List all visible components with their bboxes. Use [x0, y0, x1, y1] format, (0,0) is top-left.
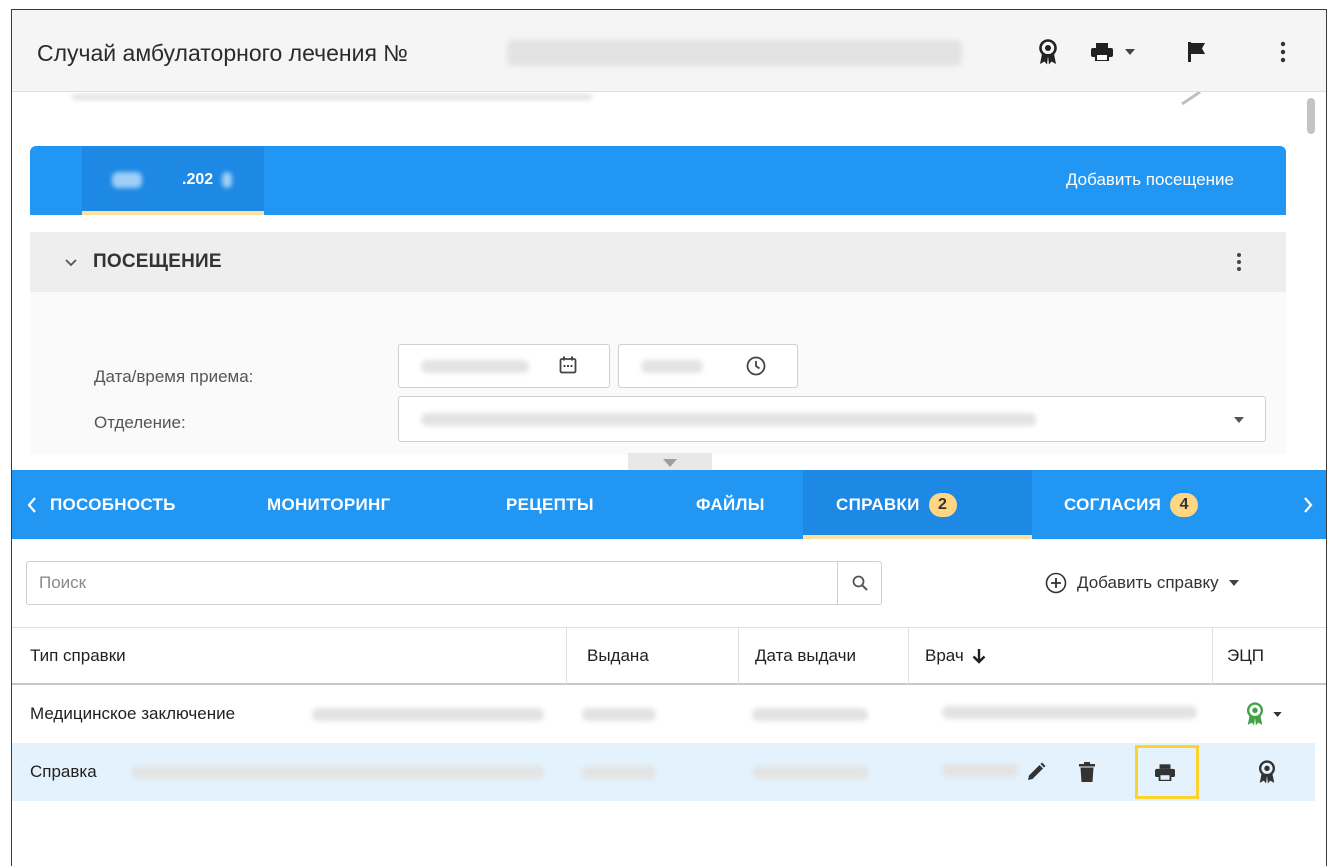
calendar-icon[interactable] [559, 356, 577, 374]
tabs-scroll-left-button[interactable] [12, 470, 52, 539]
chevron-down-icon [1228, 580, 1239, 586]
column-header-signature[interactable]: ЭЦП [1213, 628, 1315, 684]
visit-date-tab[interactable]: .202 [82, 146, 264, 215]
chevron-left-icon [27, 496, 36, 513]
sign-certificate-button[interactable] [1028, 32, 1068, 72]
add-certificate-label: Добавить справку [1077, 573, 1219, 592]
cell-doctor-redacted [942, 764, 1018, 777]
chevron-right-icon [1304, 496, 1313, 513]
chevron-down-icon [1234, 417, 1244, 423]
search-icon [852, 575, 868, 591]
table-row[interactable]: Медицинское заключение [12, 685, 1315, 743]
cell-certificate-type: Медицинское заключение [30, 704, 236, 723]
cell-issued-to-redacted [582, 766, 656, 779]
cell-doctor-redacted [942, 706, 1197, 719]
visit-date-redacted-end [222, 172, 232, 188]
cell-certificate-type-detail-redacted [132, 766, 544, 779]
record-tabs-bar: ПОСОБНОСТЬ МОНИТОРИНГ РЕЦЕПТЫ ФАЙЛЫ СПРА… [12, 470, 1326, 539]
app-window: Случай амбулаторного лечения № .202 Доба… [11, 9, 1327, 866]
visit-section-body: Дата/время приема: Отделение: [30, 292, 1286, 454]
department-value-redacted [421, 413, 1036, 426]
reception-date-value-redacted [421, 360, 529, 373]
visit-more-button[interactable] [1232, 247, 1246, 277]
visit-section-title: ПОСЕЩЕНИЕ [93, 251, 222, 272]
column-header-doctor-label: Врач [925, 646, 964, 665]
cell-issued-to-redacted [582, 708, 656, 721]
cell-issue-date-redacted [752, 708, 868, 721]
sign-button[interactable] [1253, 757, 1281, 787]
add-circle-icon [1045, 572, 1067, 594]
sort-desc-arrow-icon [972, 649, 986, 664]
printer-icon [1091, 43, 1113, 61]
tab-monitoring[interactable]: МОНИТОРИНГ [267, 470, 391, 539]
tab-certificates[interactable]: СПРАВКИ 2 [803, 470, 1032, 539]
chevron-down-icon[interactable] [65, 259, 77, 267]
certificate-icon [1039, 39, 1057, 65]
print-menu-button[interactable] [1085, 32, 1141, 72]
tab-files[interactable]: ФАЙЛЫ [696, 470, 765, 539]
more-vert-icon [1280, 41, 1286, 63]
window-title: Случай амбулаторного лечения № [37, 40, 408, 66]
reception-time-value-redacted [641, 360, 703, 373]
print-button-highlight [1135, 745, 1199, 799]
flag-button[interactable] [1180, 32, 1214, 72]
signed-certificate-icon [1246, 702, 1263, 726]
window-header: Случай амбулаторного лечения № [12, 10, 1326, 92]
reception-datetime-label: Дата/время приема: [94, 367, 254, 386]
tab-consents[interactable]: СОГЛАСИЯ 4 [1064, 470, 1199, 539]
reception-time-field[interactable] [618, 344, 798, 388]
tab-count-badge: 4 [1170, 492, 1199, 517]
tab-label: СПРАВКИ [836, 494, 920, 514]
column-header-issued-to[interactable]: Выдана [567, 628, 739, 684]
add-visit-button[interactable]: Добавить посещение [1066, 170, 1234, 190]
delete-icon [1079, 762, 1095, 782]
tab-recipes[interactable]: РЕЦЕПТЫ [506, 470, 594, 539]
department-label: Отделение: [94, 413, 186, 432]
certificate-icon [1259, 760, 1275, 784]
table-row-selected[interactable]: Справка [12, 743, 1315, 801]
collapse-arrow-icon [663, 459, 677, 467]
search-input[interactable] [27, 562, 827, 604]
department-select[interactable] [398, 396, 1266, 442]
tab-count-badge: 2 [928, 492, 957, 517]
certificates-table-header: Тип справки Выдана Дата выдачи Врач ЭЦП [12, 627, 1326, 685]
visit-date-label: .202 [182, 171, 214, 188]
cell-issue-date-redacted [752, 766, 868, 779]
tab-label: СОГЛАСИЯ [1064, 494, 1162, 514]
tab-label: МОНИТОРИНГ [267, 494, 391, 514]
visit-date-tab-indicator [82, 211, 264, 215]
edit-icon [1028, 762, 1046, 780]
visit-section-header[interactable]: ПОСЕЩЕНИЕ [30, 232, 1286, 292]
cell-certificate-type: Справка [30, 762, 97, 781]
visit-date-redacted [112, 172, 142, 188]
signature-status-menu[interactable] [1239, 699, 1287, 729]
column-header-issue-date[interactable]: Дата выдачи [739, 628, 909, 684]
search-button[interactable] [837, 562, 881, 604]
edit-button[interactable] [1022, 758, 1050, 786]
scrolled-content-remnant [72, 94, 592, 100]
reception-date-field[interactable] [398, 344, 610, 388]
column-header-doctor[interactable]: Врач [909, 628, 1213, 684]
window-title-redacted [507, 40, 962, 66]
flag-icon [1188, 42, 1205, 62]
tab-label: РЕЦЕПТЫ [506, 494, 594, 514]
vertical-scrollbar[interactable] [1307, 98, 1315, 134]
more-menu-button[interactable] [1272, 32, 1294, 72]
visit-tabs-bar: .202 Добавить посещение [30, 146, 1286, 215]
tab-label: ПОСОБНОСТЬ [50, 494, 176, 514]
delete-button[interactable] [1073, 758, 1101, 786]
cell-certificate-type-detail-redacted [312, 708, 544, 721]
add-certificate-button[interactable]: Добавить справку [1045, 568, 1239, 598]
tabs-scroll-right-button[interactable] [1288, 470, 1326, 539]
column-header-type[interactable]: Тип справки [12, 628, 567, 684]
search-box [26, 561, 882, 605]
tab-label: ФАЙЛЫ [696, 494, 765, 514]
chevron-down-icon [1125, 49, 1135, 55]
more-vert-icon [1237, 253, 1241, 271]
clock-icon[interactable] [746, 356, 766, 376]
tab-posobnost[interactable]: ПОСОБНОСТЬ [50, 470, 176, 539]
chevron-down-icon [1272, 711, 1282, 717]
